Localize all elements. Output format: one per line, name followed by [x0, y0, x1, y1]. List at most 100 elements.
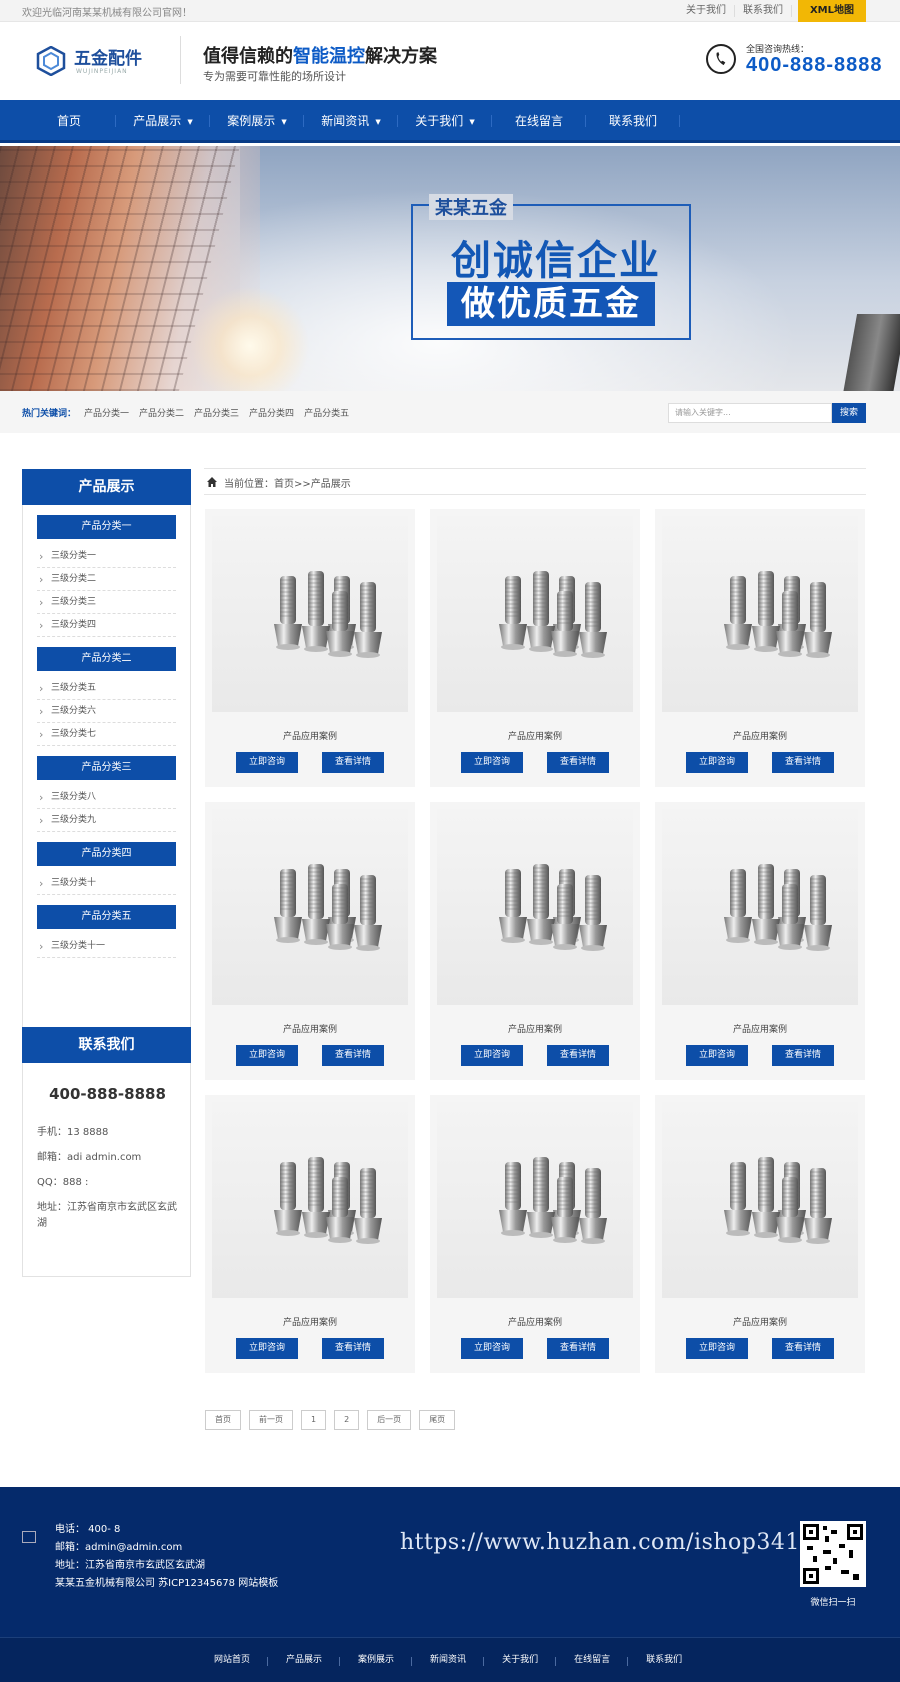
category-group: 产品分类五三级分类十一: [37, 905, 176, 958]
subcategory-item[interactable]: 三级分类十: [37, 872, 176, 895]
subcategory-item[interactable]: 三级分类三: [37, 591, 176, 614]
detail-button[interactable]: 查看详情: [772, 752, 834, 773]
chevron-down-icon: ▼: [469, 117, 475, 126]
contact-qq: QQ：888 :: [37, 1177, 89, 1188]
detail-button[interactable]: 查看详情: [547, 752, 609, 773]
consult-button[interactable]: 立即咨询: [686, 752, 748, 773]
detail-button[interactable]: 查看详情: [547, 1045, 609, 1066]
footer-nav: 网站首页 产品展示 案例展示 新闻资讯 关于我们 在线留言 联系我们: [0, 1637, 900, 1682]
hot-keyword-link[interactable]: 产品分类二: [139, 406, 184, 419]
product-name[interactable]: 产品应用案例: [205, 1315, 415, 1328]
nav-item-3[interactable]: 案例展示 ▼: [210, 100, 304, 140]
logo[interactable]: 五金配件 WUJINPEIJIAN: [36, 42, 156, 82]
category-button[interactable]: 产品分类三: [37, 756, 176, 780]
product-name[interactable]: 产品应用案例: [205, 729, 415, 742]
product-card[interactable]: 产品应用案例立即咨询 查看详情: [655, 1095, 865, 1373]
nav-item-2[interactable]: 产品展示 ▼: [116, 100, 210, 140]
consult-button[interactable]: 立即咨询: [461, 752, 523, 773]
footer-nav-link[interactable]: 联系我们: [628, 1638, 700, 1682]
subcategory-item[interactable]: 三级分类十一: [37, 935, 176, 958]
product-card[interactable]: 产品应用案例立即咨询 查看详情: [205, 1095, 415, 1373]
nav-item-5[interactable]: 关于我们 ▼: [398, 100, 492, 140]
nav-item-7[interactable]: 联系我们: [586, 100, 680, 140]
product-image[interactable]: [437, 516, 633, 712]
product-image[interactable]: [212, 516, 408, 712]
footer-nav-link[interactable]: 产品展示: [268, 1638, 341, 1682]
category-button[interactable]: 产品分类四: [37, 842, 176, 866]
nav-item-6[interactable]: 在线留言: [492, 100, 586, 140]
category-button[interactable]: 产品分类二: [37, 647, 176, 671]
bolt-product-photo: [724, 571, 832, 658]
product-card[interactable]: 产品应用案例立即咨询 查看详情: [430, 802, 640, 1080]
product-image[interactable]: [212, 1102, 408, 1298]
product-card[interactable]: 产品应用案例立即咨询 查看详情: [205, 509, 415, 787]
home-icon: [207, 477, 217, 487]
page-link[interactable]: 2: [334, 1410, 360, 1430]
xml-sitemap-link[interactable]: XML地图: [797, 0, 866, 22]
detail-button[interactable]: 查看详情: [772, 1338, 834, 1359]
product-name[interactable]: 产品应用案例: [430, 729, 640, 742]
contact-address: 地址：江苏省南京市玄武区玄武湖: [37, 1202, 177, 1229]
page-link[interactable]: 后一页: [367, 1410, 412, 1430]
consult-button[interactable]: 立即咨询: [236, 752, 298, 773]
product-card[interactable]: 产品应用案例立即咨询 查看详情: [430, 509, 640, 787]
page-link[interactable]: 前一页: [249, 1410, 293, 1430]
product-name[interactable]: 产品应用案例: [430, 1315, 640, 1328]
product-image[interactable]: [662, 516, 858, 712]
product-image[interactable]: [437, 809, 633, 1005]
detail-button[interactable]: 查看详情: [322, 1338, 384, 1359]
product-name[interactable]: 产品应用案例: [655, 729, 865, 742]
category-button[interactable]: 产品分类一: [37, 515, 176, 539]
consult-button[interactable]: 立即咨询: [461, 1045, 523, 1066]
subcategory-item[interactable]: 三级分类九: [37, 809, 176, 832]
product-image[interactable]: [437, 1102, 633, 1298]
subcategory-item[interactable]: 三级分类五: [37, 677, 176, 700]
subcategory-item[interactable]: 三级分类四: [37, 614, 176, 637]
page-link[interactable]: 尾页: [419, 1410, 456, 1430]
product-card[interactable]: 产品应用案例立即咨询 查看详情: [655, 509, 865, 787]
nav-item-4[interactable]: 新闻资讯 ▼: [304, 100, 398, 140]
search-button[interactable]: 搜索: [832, 403, 866, 423]
footer-nav-link[interactable]: 关于我们: [484, 1638, 557, 1682]
product-image[interactable]: [662, 1102, 858, 1298]
consult-button[interactable]: 立即咨询: [686, 1045, 748, 1066]
page-link[interactable]: 1: [301, 1410, 327, 1430]
nav-item-1[interactable]: 首页: [22, 100, 116, 140]
subcategory-item[interactable]: 三级分类二: [37, 568, 176, 591]
consult-button[interactable]: 立即咨询: [236, 1338, 298, 1359]
product-name[interactable]: 产品应用案例: [655, 1022, 865, 1035]
consult-button[interactable]: 立即咨询: [236, 1045, 298, 1066]
category-group: 产品分类三三级分类八三级分类九: [37, 756, 176, 832]
top-link-contact[interactable]: 联系我们: [735, 5, 792, 17]
detail-button[interactable]: 查看详情: [772, 1045, 834, 1066]
footer-nav-link[interactable]: 在线留言: [556, 1638, 629, 1682]
detail-button[interactable]: 查看详情: [322, 752, 384, 773]
subcategory-item[interactable]: 三级分类七: [37, 723, 176, 746]
hot-keyword-link[interactable]: 产品分类一: [84, 406, 129, 419]
product-name[interactable]: 产品应用案例: [205, 1022, 415, 1035]
product-image[interactable]: [662, 809, 858, 1005]
category-button[interactable]: 产品分类五: [37, 905, 176, 929]
search-input[interactable]: 请输入关键字...: [668, 403, 832, 423]
product-image[interactable]: [212, 809, 408, 1005]
hot-keyword-link[interactable]: 产品分类五: [304, 406, 349, 419]
subcategory-item[interactable]: 三级分类八: [37, 786, 176, 809]
product-card[interactable]: 产品应用案例立即咨询 查看详情: [205, 802, 415, 1080]
footer-nav-link[interactable]: 网站首页: [196, 1638, 269, 1682]
product-card[interactable]: 产品应用案例立即咨询 查看详情: [655, 802, 865, 1080]
consult-button[interactable]: 立即咨询: [461, 1338, 523, 1359]
detail-button[interactable]: 查看详情: [322, 1045, 384, 1066]
product-card[interactable]: 产品应用案例立即咨询 查看详情: [430, 1095, 640, 1373]
hot-keyword-link[interactable]: 产品分类三: [194, 406, 239, 419]
detail-button[interactable]: 查看详情: [547, 1338, 609, 1359]
product-name[interactable]: 产品应用案例: [655, 1315, 865, 1328]
subcategory-item[interactable]: 三级分类六: [37, 700, 176, 723]
hot-keyword-link[interactable]: 产品分类四: [249, 406, 294, 419]
consult-button[interactable]: 立即咨询: [686, 1338, 748, 1359]
page-link[interactable]: 首页: [205, 1410, 241, 1430]
top-link-about[interactable]: 关于我们: [678, 5, 735, 17]
product-name[interactable]: 产品应用案例: [430, 1022, 640, 1035]
footer-nav-link[interactable]: 新闻资讯: [412, 1638, 485, 1682]
footer-nav-link[interactable]: 案例展示: [340, 1638, 413, 1682]
subcategory-item[interactable]: 三级分类一: [37, 545, 176, 568]
